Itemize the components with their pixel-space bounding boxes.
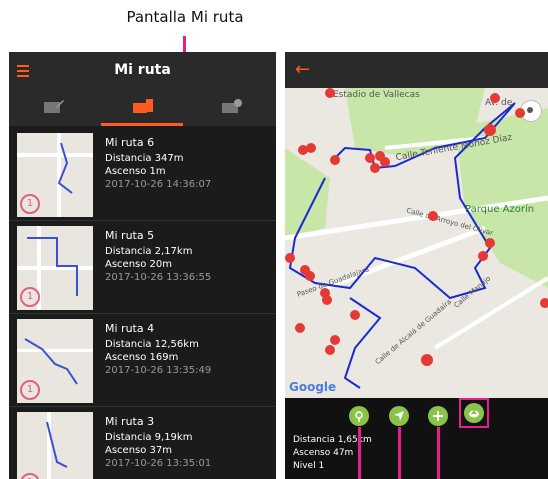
route-distance: Distancia 12,56km <box>105 339 199 350</box>
route-name: Mi ruta 6 <box>105 136 155 149</box>
route-distance: Distancia 2,17km <box>105 246 193 257</box>
map-marker <box>485 238 495 248</box>
tab-my-route[interactable] <box>98 90 187 126</box>
route-date: 2017-10-26 13:36:55 <box>105 272 212 283</box>
annotation-pointer <box>358 427 361 479</box>
route-name: Mi ruta 3 <box>105 415 155 428</box>
route-distance: Distancia 9,19km <box>105 432 193 443</box>
route-date: 2017-10-26 14:36:07 <box>105 179 212 190</box>
route-item[interactable]: 1 Mi ruta 3 Distancia 9,19km Ascenso 37m… <box>9 407 276 479</box>
map-marker <box>515 108 525 118</box>
marker-button[interactable] <box>349 406 369 426</box>
route-ascent: Ascenso 1m <box>105 166 166 177</box>
map-marker <box>490 93 500 103</box>
route-thumbnail: 1 <box>17 412 93 479</box>
tab-bar <box>9 90 276 126</box>
route-number-marker: 1 <box>20 287 40 307</box>
map-marker <box>484 124 496 136</box>
map-phone-icon <box>133 99 153 113</box>
upload-button[interactable] <box>464 403 484 423</box>
google-logo: Google <box>289 380 337 394</box>
route-ascent: Ascenso 20m <box>105 259 173 270</box>
map-marker <box>421 354 433 366</box>
route-item[interactable]: 1 Mi ruta 6 Distancia 347m Ascenso 1m 20… <box>9 128 276 221</box>
map-marker <box>295 323 305 333</box>
cloud-upload-icon <box>469 410 479 418</box>
map-marker <box>330 335 340 345</box>
route-markers <box>285 88 548 366</box>
back-arrow-icon[interactable]: ← <box>295 59 310 80</box>
app-bar: ← <box>285 52 548 88</box>
tab-edit-route[interactable] <box>9 90 98 126</box>
route-item[interactable]: 1 Mi ruta 5 Distancia 2,17km Ascenso 20m… <box>9 221 276 314</box>
route-number-marker: 1 <box>20 194 40 214</box>
route-item[interactable]: 1 Mi ruta 4 Distancia 12,56km Ascenso 16… <box>9 314 276 407</box>
my-route-screen: Mi ruta 1 Mi ruta 6 Distancia 347m Ascen… <box>9 52 276 479</box>
app-bar: Mi ruta <box>9 52 276 90</box>
route-name: Mi ruta 4 <box>105 322 155 335</box>
map-marker <box>306 143 316 153</box>
map-globe-icon <box>222 99 242 113</box>
route-ascent: Ascenso 169m <box>105 352 179 363</box>
map-marker <box>370 163 380 173</box>
map-marker <box>322 295 332 305</box>
route-date: 2017-10-26 13:35:01 <box>105 458 212 469</box>
tab-selected-indicator <box>101 123 183 126</box>
route-thumbnail: 1 <box>17 133 93 217</box>
navigation-arrow-icon <box>394 411 404 421</box>
map-marker <box>380 157 390 167</box>
add-button[interactable] <box>428 406 448 426</box>
map-marker <box>330 155 340 165</box>
annotation-pointer <box>437 427 440 479</box>
route-thumbnail: 1 <box>17 226 93 310</box>
route-thumbnail: 1 <box>17 319 93 403</box>
route-name: Mi ruta 5 <box>105 229 155 242</box>
plus-icon <box>433 411 443 421</box>
route-number-marker: 1 <box>20 380 40 400</box>
route-ascent: Ascenso 37m <box>105 445 173 456</box>
map-edit-icon <box>44 100 64 113</box>
map-marker <box>285 253 295 263</box>
map-marker <box>325 345 335 355</box>
map-marker <box>365 153 375 163</box>
map-marker <box>428 211 438 221</box>
annotation-pointer <box>398 427 401 479</box>
route-level-stat: Nivel 1 <box>293 461 325 471</box>
route-ascent-stat: Ascenso 47m <box>293 448 354 458</box>
bottom-toolbar: Distancia 1,65km Ascenso 47m Nivel 1 <box>285 398 548 479</box>
route-distance: Distancia 347m <box>105 153 184 164</box>
tab-explore-routes[interactable] <box>187 90 276 126</box>
map-marker <box>305 271 315 281</box>
map-marker <box>350 310 360 320</box>
map-marker <box>540 298 548 308</box>
app-title: Mi ruta <box>114 62 171 78</box>
map-marker <box>325 88 335 98</box>
route-detail-screen: ← Estadio de Vallecas Av. de Calle Tenie… <box>285 52 548 479</box>
route-date: 2017-10-26 13:35:49 <box>105 365 212 376</box>
pin-icon <box>355 411 363 422</box>
navigate-button[interactable] <box>389 406 409 426</box>
route-map[interactable]: Estadio de Vallecas Av. de Calle Tenient… <box>285 88 548 398</box>
caption: Pantalla Mi ruta <box>126 8 244 26</box>
map-marker <box>478 251 488 261</box>
